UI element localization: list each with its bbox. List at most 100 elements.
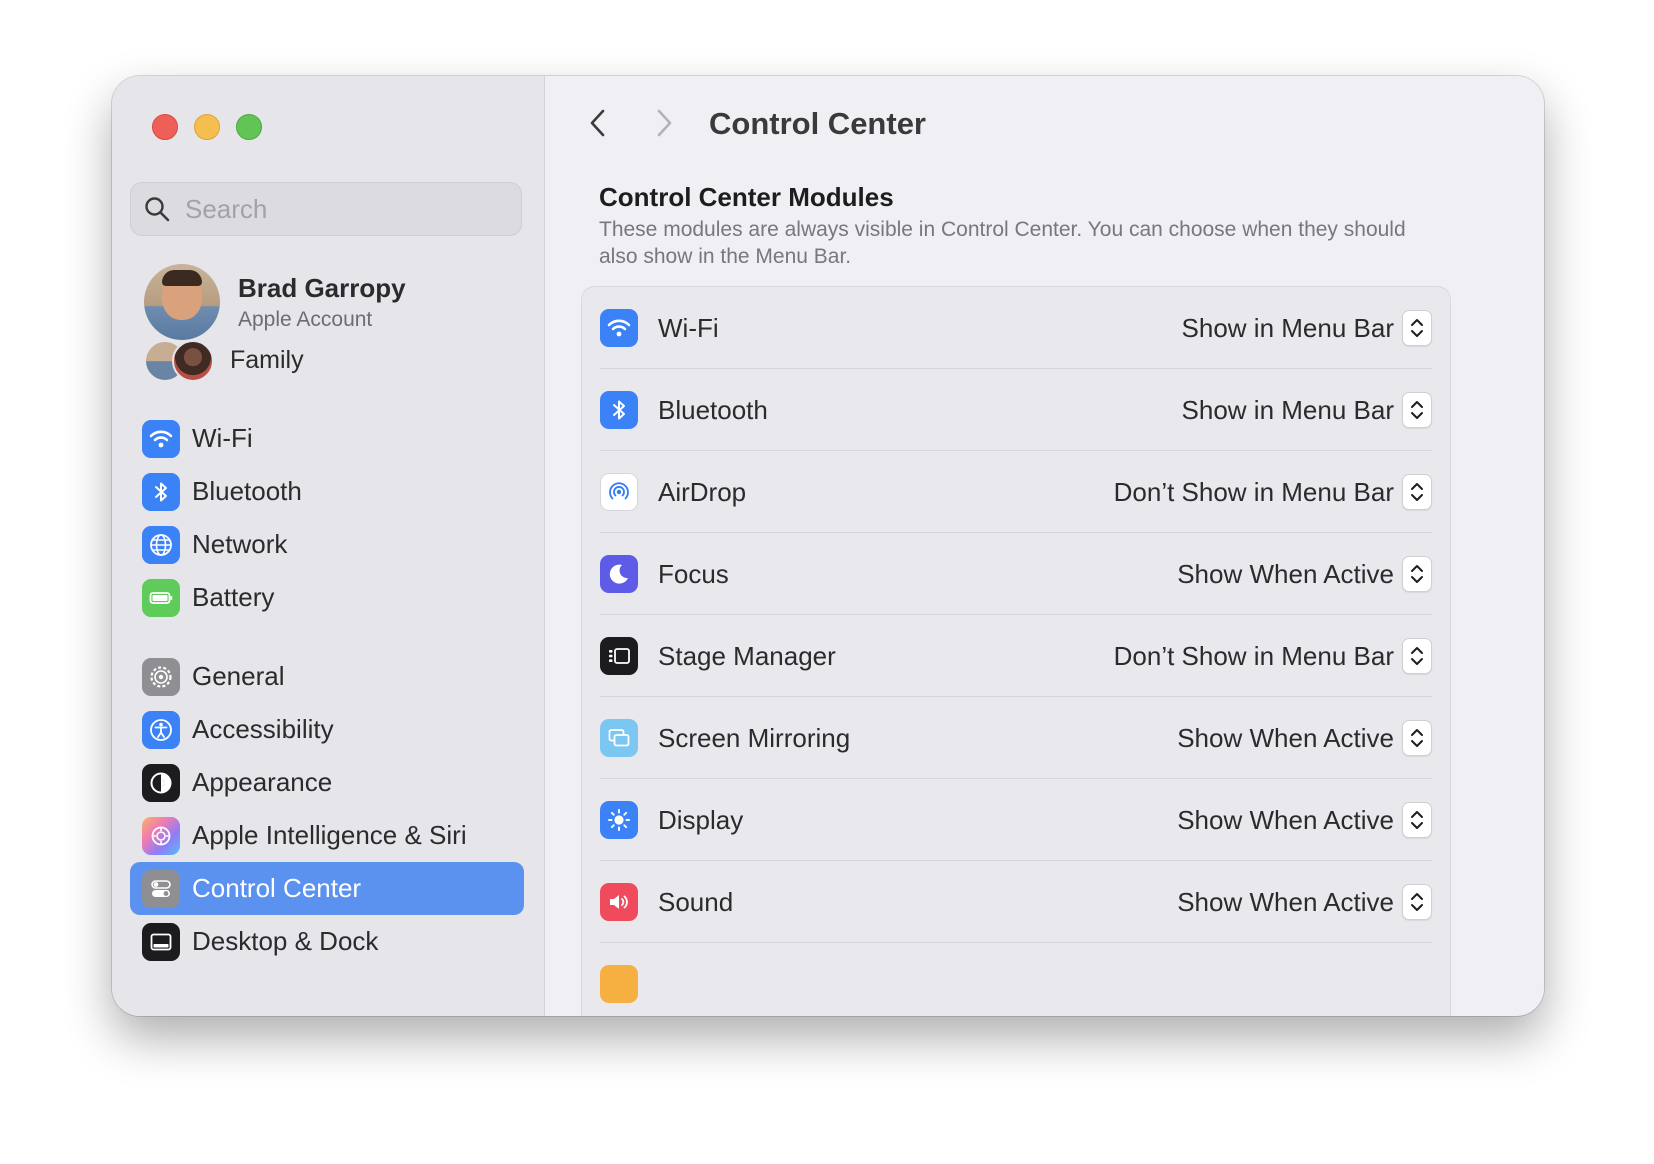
popup-value: Show in Menu Bar [1181,394,1394,425]
sidebar-item-label: Battery [192,582,275,612]
popup-value: Show When Active [1177,886,1394,917]
module-name: Display [658,804,744,835]
module-row-bluetooth: Bluetooth Show in Menu Bar [600,369,1432,451]
zoom-window-button[interactable] [236,114,262,140]
module-row-stage-manager: Stage Manager Don’t Show in Menu Bar [600,615,1432,697]
globe-icon [142,525,180,564]
sidebar-item-label: Accessibility [192,714,334,744]
battery-icon [142,578,180,617]
sidebar-item-wifi[interactable]: Wi-Fi [130,412,524,465]
module-name: Wi-Fi [658,312,719,343]
sidebar-item-label: Control Center [192,873,362,903]
bluetooth-icon [600,391,638,429]
menu-bar-popup[interactable]: Show in Menu Bar [1182,392,1432,428]
menu-bar-popup[interactable]: Show When Active [1177,720,1432,756]
section-description: These modules are always visible in Cont… [599,218,1406,268]
main-pane: Control Center Control Center Modules Th… [545,76,1544,1016]
dock-icon [142,922,180,961]
search-icon [145,197,170,222]
sidebar: Brad Garropy Apple Account Family Wi-Fi [112,76,545,1016]
stage-manager-icon [600,637,638,675]
popup-value: Don’t Show in Menu Bar [1113,640,1394,671]
sidebar-item-label: Appearance [192,767,333,797]
menu-bar-popup[interactable]: Show in Menu Bar [1182,310,1432,346]
family-avatars [144,340,214,382]
sidebar-item-label: Network [192,529,288,559]
menu-bar-popup[interactable]: Don’t Show in Menu Bar [1114,474,1432,510]
module-row-partial [600,943,1432,1016]
popup-value: Don’t Show in Menu Bar [1113,476,1394,507]
speaker-icon [600,883,638,921]
popup-arrows-icon [1402,884,1432,920]
wifi-icon [600,309,638,347]
sidebar-item-accessibility[interactable]: Accessibility [130,703,524,756]
settings-window: Brad Garropy Apple Account Family Wi-Fi [112,76,1544,1016]
avatar [144,264,220,340]
module-row-screen-mirroring: Screen Mirroring Show When Active [600,697,1432,779]
modules-list: Wi-Fi Show in Menu Bar Bluetooth Show in… [581,286,1451,1016]
partial-module-icon [600,965,638,1003]
close-window-button[interactable] [152,114,178,140]
popup-value: Show When Active [1177,558,1394,589]
appearance-icon [142,763,180,802]
window-controls [152,114,262,140]
sidebar-item-battery[interactable]: Battery [130,571,524,624]
popup-value: Show in Menu Bar [1181,312,1394,343]
module-name: AirDrop [658,476,747,507]
chevron-right-icon [657,109,672,137]
minimize-window-button[interactable] [194,114,220,140]
airdrop-icon [600,473,638,511]
account-subtitle: Apple Account [238,307,373,331]
sidebar-item-apple-intelligence-siri[interactable]: Apple Intelligence & Siri [130,809,524,862]
screen-mirroring-icon [600,719,638,757]
sidebar-item-control-center[interactable]: Control Center [130,862,524,915]
popup-value: Show When Active [1177,722,1394,753]
section-title: Control Center Modules [599,182,894,212]
sidebar-item-label: Desktop & Dock [192,926,379,956]
menu-bar-popup[interactable]: Show When Active [1177,802,1432,838]
menu-bar-popup[interactable]: Show When Active [1177,884,1432,920]
account-name: Brad Garropy [238,272,406,303]
popup-arrows-icon [1402,556,1432,592]
module-name: Bluetooth [658,394,768,425]
sidebar-item-desktop-dock[interactable]: Desktop & Dock [130,915,524,968]
bluetooth-icon [142,472,180,511]
family-row[interactable]: Family [144,340,304,382]
popup-arrows-icon [1402,310,1432,346]
family-label: Family [230,345,304,374]
account-row[interactable]: Brad Garropy Apple Account [144,264,406,340]
menu-bar-popup[interactable]: Don’t Show in Menu Bar [1114,638,1432,674]
popup-arrows-icon [1402,638,1432,674]
popup-arrows-icon [1402,802,1432,838]
sidebar-item-label: Bluetooth [192,476,302,506]
moon-icon [600,555,638,593]
module-name: Stage Manager [658,640,836,671]
sidebar-item-label: Apple Intelligence & Siri [192,820,467,850]
chevron-left-icon [590,109,605,137]
sidebar-item-general[interactable]: General [130,650,524,703]
module-name: Screen Mirroring [658,722,851,753]
sidebar-item-label: Wi-Fi [192,423,253,453]
forward-button[interactable] [647,106,681,140]
sidebar-item-network[interactable]: Network [130,518,524,571]
sidebar-item-label: General [192,661,285,691]
module-row-wifi: Wi-Fi Show in Menu Bar [600,287,1432,369]
sidebar-group-network: Wi-Fi Bluetooth Network Battery [130,412,524,624]
module-name: Focus [658,558,729,589]
siri-icon [142,816,180,855]
popup-value: Show When Active [1177,804,1394,835]
back-button[interactable] [581,106,615,140]
search-input[interactable] [183,192,517,226]
popup-arrows-icon [1402,720,1432,756]
gear-icon [142,657,180,696]
sidebar-item-bluetooth[interactable]: Bluetooth [130,465,524,518]
wifi-icon [142,419,180,458]
menu-bar-popup[interactable]: Show When Active [1177,556,1432,592]
accessibility-icon [142,710,180,749]
module-row-display: Display Show When Active [600,779,1432,861]
switches-icon [142,869,180,908]
popup-arrows-icon [1402,474,1432,510]
module-row-sound: Sound Show When Active [600,861,1432,943]
search-field[interactable] [130,182,522,236]
sidebar-item-appearance[interactable]: Appearance [130,756,524,809]
